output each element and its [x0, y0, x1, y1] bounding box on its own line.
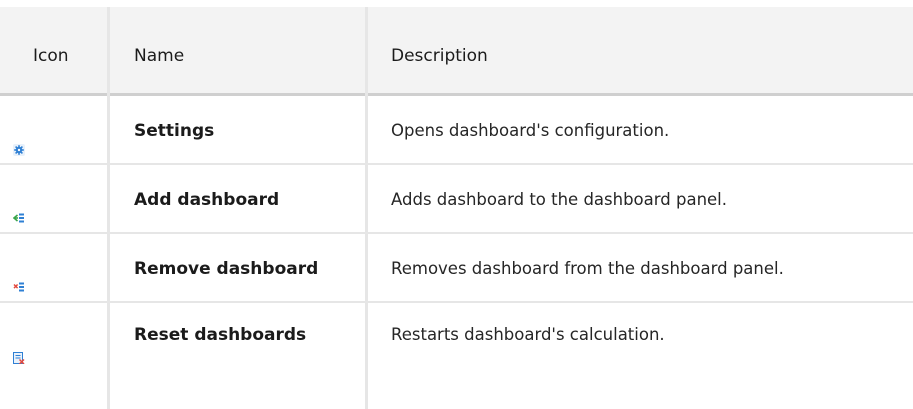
row-name: Add dashboard: [134, 190, 280, 210]
table-row: Settings Opens dashboard's configuration…: [0, 96, 913, 163]
table-row: Add dashboard Adds dashboard to the dash…: [0, 165, 913, 232]
table-row: Reset dashboards Restarts dashboard's ca…: [0, 303, 913, 409]
row-name: Settings: [134, 121, 215, 141]
header-icon: Icon: [33, 46, 69, 66]
gear-icon: [13, 141, 25, 156]
remove-dashboard-icon: [13, 278, 25, 293]
reset-dashboards-icon: [13, 349, 25, 365]
add-dashboard-icon: [12, 209, 25, 224]
row-description: Removes dashboard from the dashboard pan…: [391, 259, 784, 278]
row-name: Reset dashboards: [134, 325, 307, 345]
row-description: Opens dashboard's configuration.: [391, 121, 670, 140]
header-name: Name: [134, 46, 185, 66]
table-header-row: Icon Name Description: [0, 7, 913, 96]
table-row: Remove dashboard Removes dashboard from …: [0, 234, 913, 301]
column-divider: [107, 7, 110, 409]
row-description: Restarts dashboard's calculation.: [391, 325, 665, 344]
header-description: Description: [391, 46, 488, 66]
row-description: Adds dashboard to the dashboard panel.: [391, 190, 728, 209]
row-name: Remove dashboard: [134, 259, 319, 279]
column-divider: [365, 7, 368, 409]
